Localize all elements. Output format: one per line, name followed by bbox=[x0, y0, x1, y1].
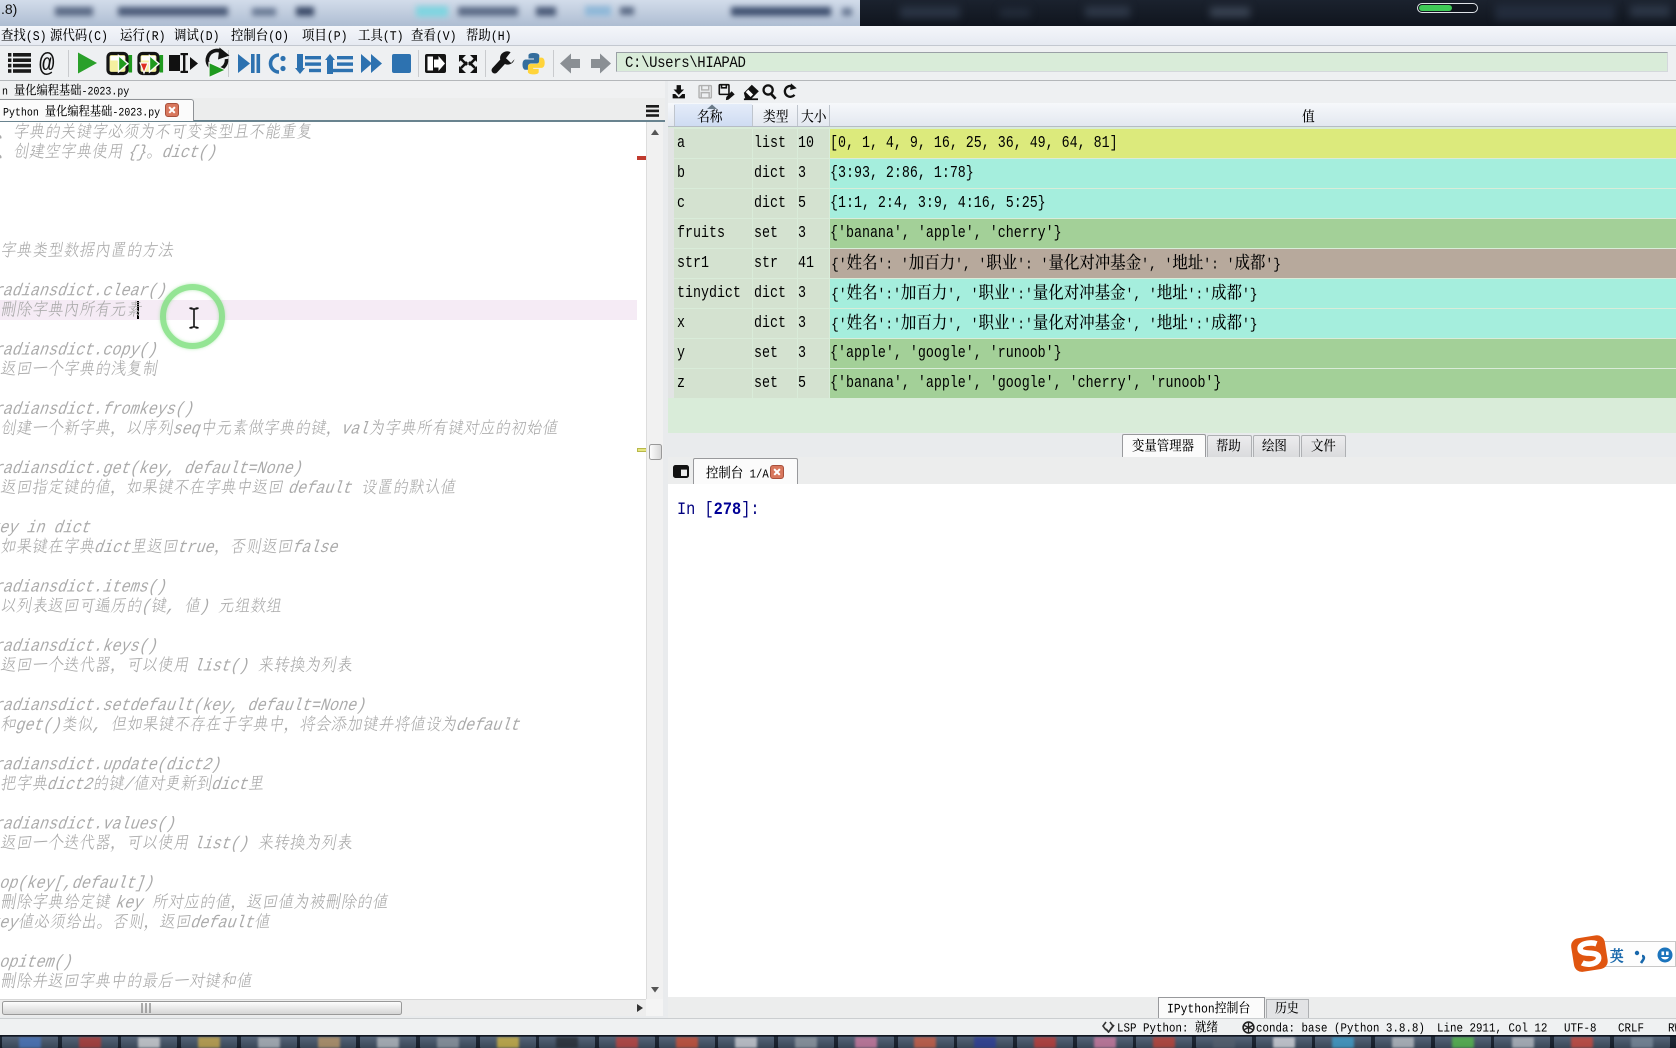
svg-text:@: @ bbox=[39, 49, 55, 79]
